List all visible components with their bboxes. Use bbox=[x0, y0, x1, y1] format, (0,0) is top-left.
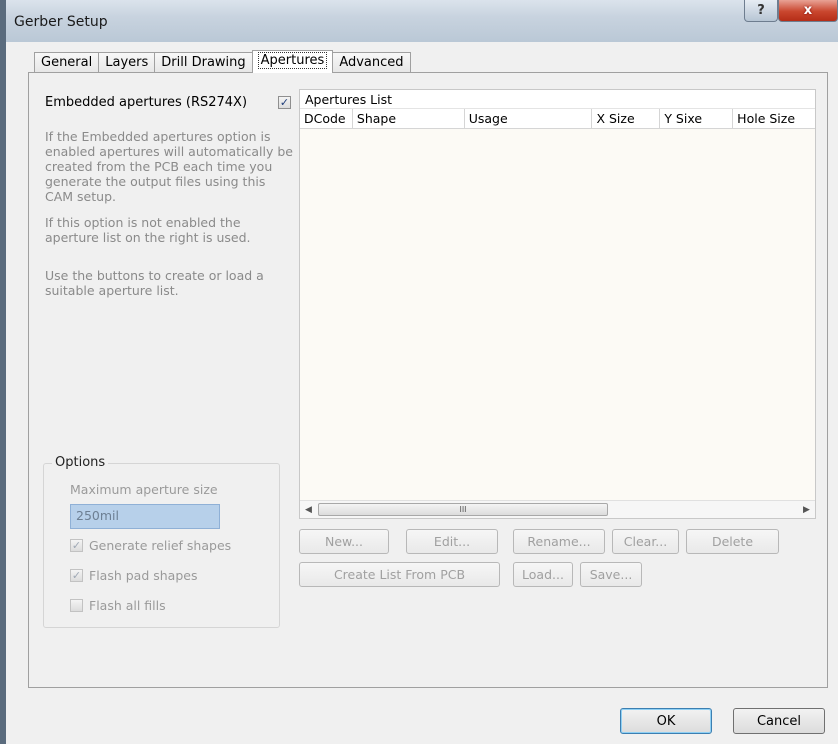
apertures-list-header: DCode Shape Usage X Size Y Sixe Hole Siz… bbox=[300, 109, 815, 129]
cancel-button[interactable]: Cancel bbox=[733, 708, 825, 734]
tab-label: Drill Drawing bbox=[161, 55, 246, 70]
close-button[interactable]: x bbox=[778, 0, 838, 22]
ok-button[interactable]: OK bbox=[620, 708, 712, 734]
help-button[interactable]: ? bbox=[744, 0, 778, 22]
column-header-hole-size[interactable]: Hole Size bbox=[733, 109, 815, 129]
description-buttons: Use the buttons to create or load a suit… bbox=[45, 268, 264, 298]
tab-strip: General Layers Drill Drawing Apertures A… bbox=[34, 50, 411, 73]
flash-fills-row[interactable]: Flash all fills bbox=[70, 598, 166, 613]
max-aperture-size-label: Maximum aperture size bbox=[70, 482, 218, 497]
grip-icon: III bbox=[459, 505, 467, 514]
description-embedded: If the Embedded apertures option is enab… bbox=[45, 129, 293, 204]
dialog-client-area: General Layers Drill Drawing Apertures A… bbox=[18, 42, 828, 688]
column-header-x-size[interactable]: X Size bbox=[592, 109, 661, 129]
scroll-thumb[interactable]: III bbox=[318, 503, 608, 516]
tab-label: Advanced bbox=[339, 55, 404, 70]
tab-label: General bbox=[41, 55, 93, 70]
max-aperture-size-input[interactable]: 250mil bbox=[70, 504, 220, 529]
apertures-list-title: Apertures List bbox=[300, 90, 815, 109]
window-title: Gerber Setup bbox=[14, 14, 108, 30]
tab-apertures[interactable]: Apertures bbox=[251, 50, 334, 73]
column-header-usage[interactable]: Usage bbox=[465, 109, 593, 129]
tab-label: Apertures bbox=[257, 52, 328, 69]
apertures-list-body[interactable] bbox=[300, 130, 815, 500]
tab-drill-drawing[interactable]: Drill Drawing bbox=[154, 52, 253, 73]
new-button[interactable]: New... bbox=[299, 529, 389, 554]
apertures-tab-panel: Embedded apertures (RS274X) ✓ If the Emb… bbox=[28, 72, 828, 688]
apertures-list[interactable]: Apertures List DCode Shape Usage X Size … bbox=[299, 89, 816, 519]
column-header-y-size[interactable]: Y Sixe bbox=[660, 109, 734, 129]
close-icon: x bbox=[803, 3, 813, 18]
flash-pad-row[interactable]: ✓ Flash pad shapes bbox=[70, 568, 197, 583]
help-icon: ? bbox=[757, 3, 765, 18]
description-not-enabled: If this option is not enabled the apertu… bbox=[45, 215, 251, 245]
save-button[interactable]: Save... bbox=[580, 562, 642, 587]
column-header-dcode[interactable]: DCode bbox=[300, 109, 353, 129]
flash-pad-checkbox[interactable]: ✓ bbox=[70, 569, 83, 582]
horizontal-scrollbar[interactable]: ◀ III ▶ bbox=[300, 500, 815, 518]
gerber-setup-dialog: Gerber Setup ? x General Layers Drill Dr… bbox=[0, 0, 838, 744]
generate-relief-checkbox[interactable]: ✓ bbox=[70, 539, 83, 552]
tab-general[interactable]: General bbox=[34, 52, 100, 73]
check-icon: ✓ bbox=[71, 539, 82, 552]
tab-advanced[interactable]: Advanced bbox=[332, 52, 411, 73]
flash-fills-label: Flash all fills bbox=[89, 598, 166, 613]
create-list-from-pcb-button[interactable]: Create List From PCB bbox=[299, 562, 500, 587]
embedded-apertures-checkbox[interactable]: ✓ bbox=[278, 96, 291, 109]
tab-layers[interactable]: Layers bbox=[98, 52, 156, 73]
embedded-apertures-label: Embedded apertures (RS274X) bbox=[45, 95, 248, 110]
load-button[interactable]: Load... bbox=[513, 562, 573, 587]
tab-label: Layers bbox=[105, 55, 149, 70]
delete-button[interactable]: Delete bbox=[686, 529, 779, 554]
edit-button[interactable]: Edit... bbox=[406, 529, 498, 554]
scroll-right-icon[interactable]: ▶ bbox=[798, 501, 815, 518]
flash-fills-checkbox[interactable] bbox=[70, 599, 83, 612]
check-icon: ✓ bbox=[71, 569, 82, 582]
generate-relief-label: Generate relief shapes bbox=[89, 538, 232, 553]
generate-relief-row[interactable]: ✓ Generate relief shapes bbox=[70, 538, 231, 553]
rename-button[interactable]: Rename... bbox=[513, 529, 605, 554]
check-icon: ✓ bbox=[279, 96, 290, 109]
options-legend: Options bbox=[52, 455, 109, 470]
flash-pad-label: Flash pad shapes bbox=[89, 568, 198, 583]
column-header-shape[interactable]: Shape bbox=[353, 109, 465, 129]
scroll-left-icon[interactable]: ◀ bbox=[300, 501, 317, 518]
title-bar[interactable]: Gerber Setup ? x bbox=[6, 0, 838, 42]
clear-button[interactable]: Clear... bbox=[612, 529, 679, 554]
options-groupbox: Options Maximum aperture size 250mil ✓ G… bbox=[43, 455, 280, 628]
